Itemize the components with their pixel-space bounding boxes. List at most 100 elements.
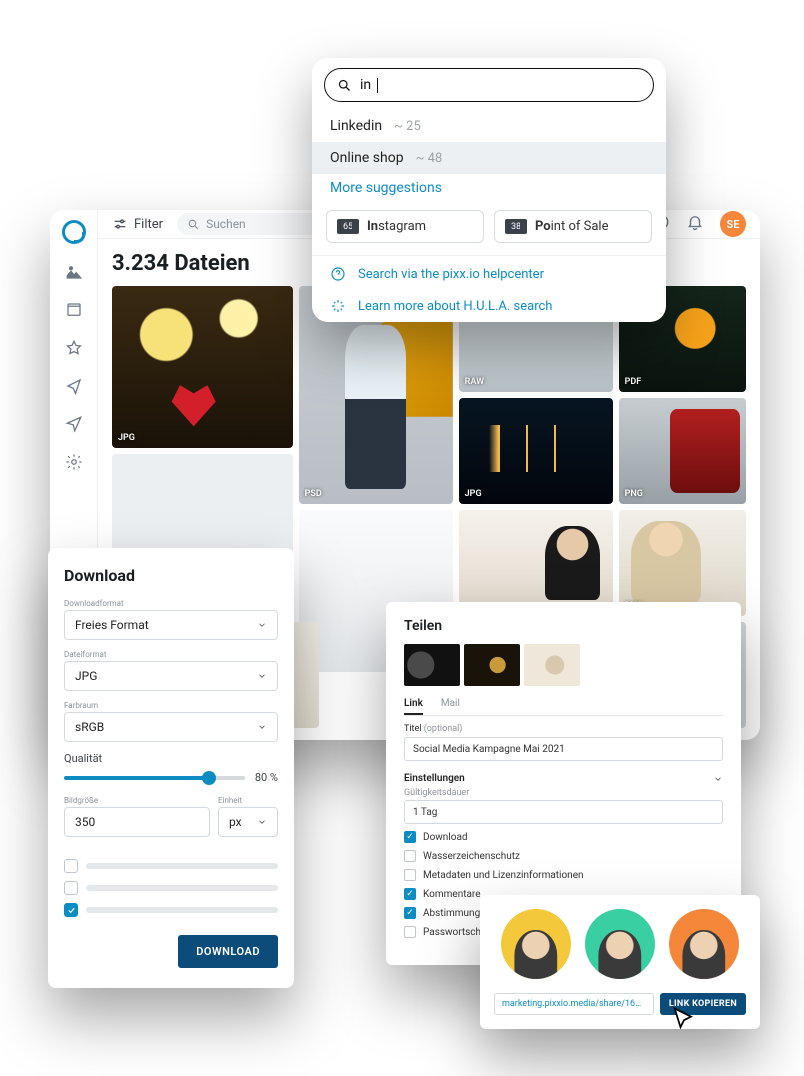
user-avatar [585,909,655,979]
option-checkbox-row[interactable] [64,859,278,873]
share-title-input[interactable]: Social Media Kampagne Mai 2021 [404,737,723,761]
placeholder-text [86,907,278,913]
gallery-tile[interactable]: JPG [459,398,613,504]
suggestion-label: Online shop [330,150,404,166]
more-suggestions-link[interactable]: More suggestions [312,174,666,206]
pixxio-logo-icon [62,220,86,244]
validity-label: Gültigkeitsdauer [404,788,723,798]
fileformat-label: Dateiformat [64,650,278,659]
colorspace-label: Farbraum [64,701,278,710]
quality-slider-row: 80 % [64,771,278,784]
option-checkbox-row[interactable] [64,881,278,895]
main-search-input[interactable]: Suchen [177,213,327,235]
keyword-chip[interactable]: 65 Instagram [326,210,484,243]
chip-label: Point of Sale [535,219,608,234]
checkbox-icon[interactable] [404,831,416,843]
chevron-down-icon[interactable] [713,774,723,784]
tab-link[interactable]: Link [404,698,423,715]
checkbox-icon[interactable] [404,907,416,919]
share-thumbnail[interactable] [404,644,460,686]
share-url-field[interactable]: marketing.pixxio.media/share/1619103889.… [494,993,654,1015]
option-download[interactable]: Download [404,831,723,843]
send-icon[interactable] [64,414,84,434]
suggestion-label: Linkedin [330,118,382,134]
gallery-tile[interactable] [459,510,613,616]
downloadformat-label: Downloadformat [64,599,278,608]
chip-label: Instagram [367,219,426,234]
collections-icon[interactable] [64,300,84,320]
filter-button[interactable]: Filter [112,216,163,232]
downloadformat-select[interactable]: Freies Format [64,610,278,640]
user-avatar [501,909,571,979]
chip-count-tag: 65 [337,219,359,234]
quality-label: Qualität [64,752,278,765]
keyword-chips: 65 Instagram 38 Point of Sale [312,206,666,253]
checkbox-icon[interactable] [404,869,416,881]
checkbox-icon[interactable] [64,859,78,873]
quality-slider[interactable] [64,776,245,780]
helpcenter-link[interactable]: Search via the pixx.io helpcenter [312,258,666,290]
share-title: Teilen [404,618,723,634]
topbar-right: SE [652,211,746,237]
gallery-tile[interactable]: PNG [619,398,746,504]
suggestion-count: ~ 25 [394,119,421,134]
shared-users [494,909,746,979]
hula-link[interactable]: Learn more about H.U.L.A. search [312,290,666,322]
cursor-icon [670,1005,698,1037]
checkbox-icon[interactable] [64,881,78,895]
colorspace-select[interactable]: sRGB [64,712,278,742]
sparkle-icon [330,298,346,314]
help-icon [330,266,346,282]
checkbox-icon[interactable] [404,850,416,862]
unit-select[interactable]: px [218,807,278,837]
search-icon [337,78,352,93]
checkbox-icon[interactable] [404,926,416,938]
search-query: in [360,77,371,93]
bell-icon[interactable] [686,213,704,235]
settings-heading: Einstellungen [404,773,723,784]
star-icon[interactable] [64,338,84,358]
option-metadata[interactable]: Metadaten und Lizenzinformationen [404,869,723,881]
validity-select[interactable]: 1 Tag [404,800,723,824]
download-panel: Download Downloadformat Freies Format Da… [48,548,294,988]
width-input[interactable]: 350 [64,807,210,837]
search-placeholder: Suchen [206,217,246,231]
search-popover: in Linkedin ~ 25 Online shop ~ 48 More s… [312,58,666,322]
suggestion-row[interactable]: Online shop ~ 48 [312,142,666,174]
unit-label: Einheit [218,796,278,805]
search-icon [187,218,200,231]
settings-icon[interactable] [64,452,84,472]
share-thumbnails [404,644,723,686]
fileformat-select[interactable]: JPG [64,661,278,691]
keyword-chip[interactable]: 38 Point of Sale [494,210,652,243]
option-checkbox-row[interactable] [64,903,278,917]
tab-mail[interactable]: Mail [441,698,460,715]
suggestion-row[interactable]: Linkedin ~ 25 [312,110,666,142]
chevron-down-icon [257,620,267,630]
sliders-icon [112,216,128,232]
text-caret [377,78,378,93]
share-title-label: Titel (optional) [404,724,723,734]
share-tabs: Link Mail [404,698,723,716]
quality-value: 80 % [255,771,278,784]
filter-label: Filter [134,217,163,232]
gallery-tile[interactable]: JPG [112,286,293,448]
gallery-tile[interactable]: PNG [619,510,746,616]
user-avatar [669,909,739,979]
checkbox-icon[interactable] [404,888,416,900]
images-icon[interactable] [64,262,84,282]
chip-count-tag: 38 [505,219,527,234]
share-thumbnail[interactable] [464,644,520,686]
slider-thumb[interactable] [202,771,216,785]
placeholder-text [86,863,278,869]
option-watermark[interactable]: Wasserzeichenschutz [404,850,723,862]
user-avatar[interactable]: SE [720,211,746,237]
download-button[interactable]: DOWNLOAD [178,935,278,968]
search-input[interactable]: in [324,68,654,102]
download-title: Download [64,566,278,585]
width-label: Bildgröße [64,796,210,805]
share-thumbnail[interactable] [524,644,580,686]
checkbox-icon[interactable] [64,903,78,917]
chevron-down-icon [257,817,267,827]
share-icon[interactable] [64,376,84,396]
